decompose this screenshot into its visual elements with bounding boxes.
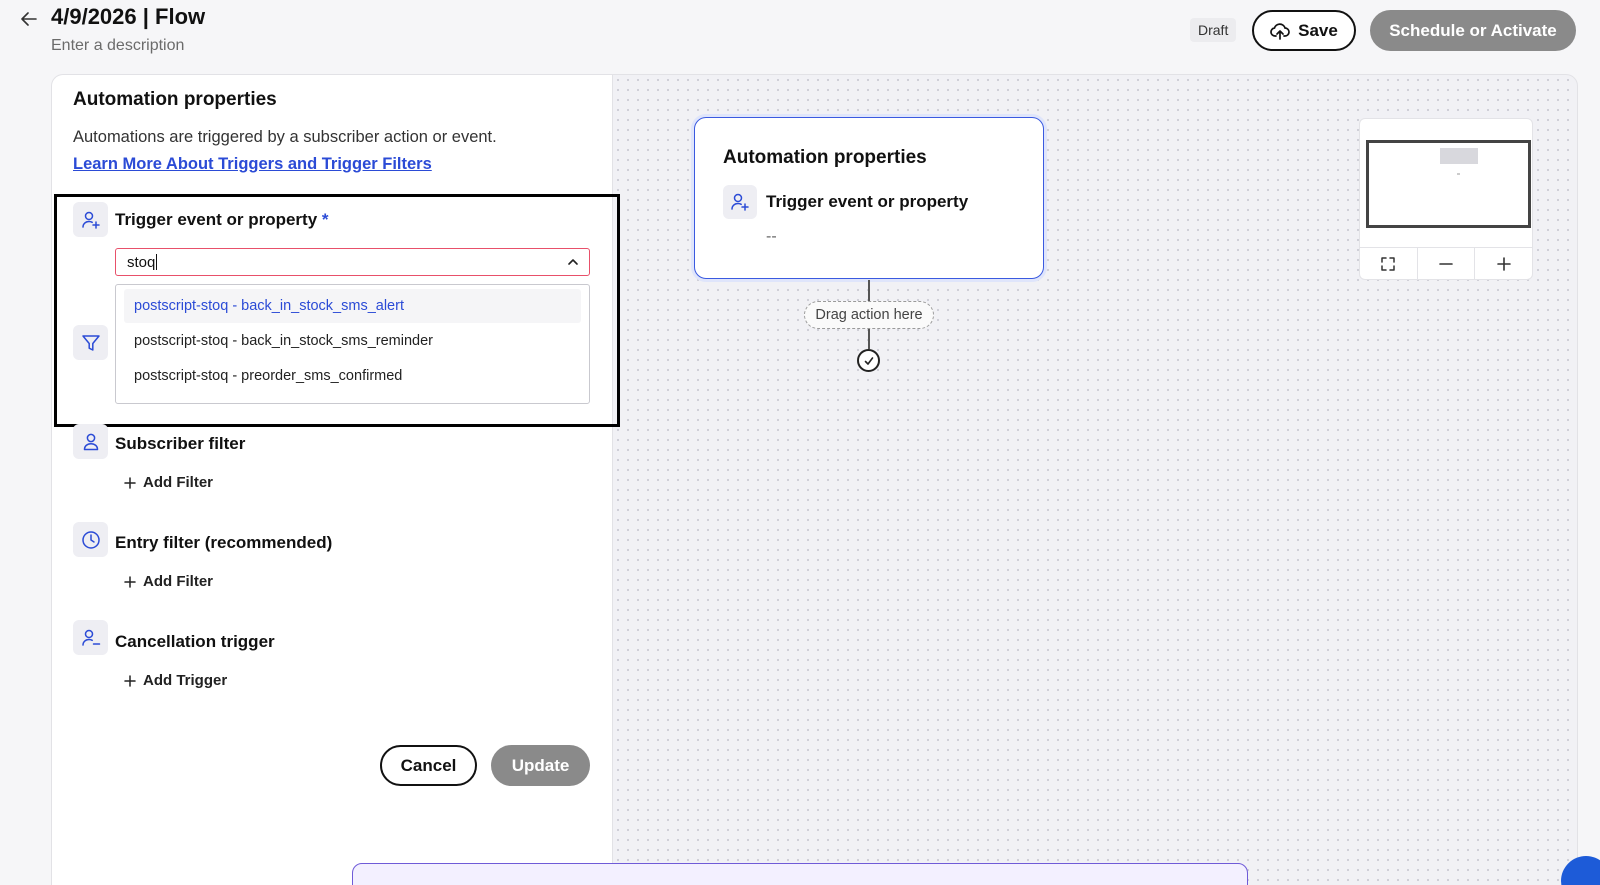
page-title: 4/9/2026 | Flow xyxy=(51,4,206,29)
user-plus-icon xyxy=(731,193,749,211)
save-button-label: Save xyxy=(1298,20,1338,40)
update-button[interactable]: Update xyxy=(491,745,590,786)
fullscreen-icon xyxy=(1381,257,1396,271)
flow-connector xyxy=(868,280,870,301)
schedule-activate-button[interactable]: Schedule or Activate xyxy=(1370,10,1576,51)
check-icon xyxy=(864,356,873,365)
node-trigger-value: -- xyxy=(766,228,777,245)
node-trigger-label: Trigger event or property xyxy=(766,192,969,211)
save-button[interactable]: Save xyxy=(1252,10,1356,51)
user-icon xyxy=(83,433,98,450)
cancellation-icon-box xyxy=(73,620,108,655)
plus-icon xyxy=(124,575,136,588)
entry-filter-label: Entry filter (recommended) xyxy=(115,533,333,552)
clock-icon xyxy=(81,530,100,549)
zoom-in-button[interactable] xyxy=(1475,248,1532,280)
plus-icon xyxy=(124,674,136,687)
drop-zone[interactable]: Drag action here xyxy=(804,301,934,329)
minimap-node xyxy=(1440,148,1478,164)
node-title: Automation properties xyxy=(723,147,927,168)
add-subscriber-filter-button[interactable]: Add Filter xyxy=(124,474,213,491)
user-minus-icon xyxy=(81,629,100,646)
status-badge: Draft xyxy=(1190,18,1237,42)
automation-properties-node[interactable]: Automation properties Trigger event or p… xyxy=(694,117,1044,279)
flow-connector xyxy=(868,329,870,349)
panel-heading: Automation properties xyxy=(73,89,277,110)
minimap xyxy=(1359,118,1533,280)
learn-more-link[interactable]: Learn More About Triggers and Trigger Fi… xyxy=(73,155,432,174)
minimap-end-node xyxy=(1457,173,1460,175)
back-button[interactable] xyxy=(18,8,40,30)
arrow-left-icon xyxy=(21,12,37,26)
node-trigger-icon-box xyxy=(723,185,757,219)
plus-icon xyxy=(124,476,136,489)
entry-filter-icon-box xyxy=(73,522,108,557)
zoom-controls xyxy=(1360,247,1532,280)
plus-icon xyxy=(1496,257,1511,271)
zoom-out-button[interactable] xyxy=(1418,248,1476,280)
minus-icon xyxy=(1439,263,1453,265)
cloud-upload-icon xyxy=(1270,22,1290,40)
description-input[interactable]: Enter a description xyxy=(51,37,184,55)
panel-info-text: Automations are triggered by a subscribe… xyxy=(73,128,497,146)
add-trigger-label: Add Trigger xyxy=(143,672,228,689)
minimap-viewport[interactable] xyxy=(1366,140,1531,228)
subscriber-filter-icon-box xyxy=(73,424,108,459)
focus-highlight-frame xyxy=(54,194,620,427)
fit-view-button[interactable] xyxy=(1360,248,1418,280)
add-filter-label: Add Filter xyxy=(143,573,213,590)
cancel-button[interactable]: Cancel xyxy=(380,745,477,786)
cancellation-trigger-label: Cancellation trigger xyxy=(115,632,275,651)
subscriber-filter-label: Subscriber filter xyxy=(115,434,246,453)
flow-end-node xyxy=(857,349,880,372)
add-trigger-button[interactable]: Add Trigger xyxy=(124,672,227,689)
bottom-banner xyxy=(352,863,1248,885)
add-filter-label: Add Filter xyxy=(143,474,213,491)
add-entry-filter-button[interactable]: Add Filter xyxy=(124,573,213,590)
